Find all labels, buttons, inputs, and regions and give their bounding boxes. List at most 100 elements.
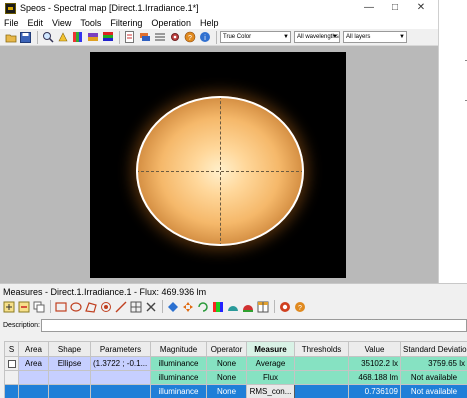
parameters-cell[interactable]	[90, 370, 151, 385]
column-header-value[interactable]: Value	[348, 341, 401, 357]
rotate-icon[interactable]	[196, 300, 209, 313]
settings-icon[interactable]	[168, 31, 181, 44]
shape-cell[interactable]	[48, 384, 91, 398]
hat-icon[interactable]	[241, 300, 254, 313]
area-cell[interactable]: Area	[18, 356, 49, 371]
palette-icon[interactable]	[71, 31, 84, 44]
ellipse-area-icon[interactable]	[69, 300, 82, 313]
column-header-parameters[interactable]: Parameters	[90, 341, 151, 357]
minimize-button[interactable]: —	[356, 0, 382, 16]
color-scale-icon[interactable]	[211, 300, 224, 313]
toolbar-separator	[37, 30, 38, 44]
description-input[interactable]	[41, 319, 467, 332]
copy-icon[interactable]	[32, 300, 45, 313]
column-header-std-dev[interactable]: Standard Deviation	[400, 341, 467, 357]
cross-icon[interactable]	[144, 300, 157, 313]
remove-measure-icon[interactable]	[17, 300, 30, 313]
row-select-cell[interactable]	[4, 384, 19, 398]
layers-select[interactable]: All layers ▼	[343, 31, 407, 43]
line-area-icon[interactable]	[114, 300, 127, 313]
measure-cell[interactable]: Flux	[246, 370, 295, 385]
measure-cell-editor[interactable]: RMS_con...	[246, 384, 295, 398]
column-header-shape[interactable]: Shape	[48, 341, 91, 357]
probe-icon[interactable]	[56, 31, 69, 44]
select-checkbox[interactable]	[7, 359, 16, 368]
measures-toolbar: ?	[2, 299, 308, 314]
std-dev-cell: Not available	[400, 384, 467, 398]
wavelength-select[interactable]: All wavelengths ▼	[294, 31, 340, 43]
area-cell[interactable]	[18, 370, 49, 385]
parameters-cell[interactable]	[90, 384, 151, 398]
value-cell: 35102.2 lx	[348, 356, 401, 371]
point-area-icon[interactable]	[99, 300, 112, 313]
map-view-area	[0, 46, 438, 283]
svg-text:?: ?	[298, 305, 302, 312]
operator-cell[interactable]: None	[206, 384, 247, 398]
chevron-down-icon: ▼	[399, 34, 405, 40]
open-icon[interactable]	[4, 31, 17, 44]
color-mode-select[interactable]: True Color ▼	[220, 31, 291, 43]
column-header-measure[interactable]: Measure	[246, 341, 295, 357]
rectangle-area-icon[interactable]	[54, 300, 67, 313]
column-header-thresholds[interactable]: Thresholds	[294, 341, 349, 357]
measure-area-ellipse[interactable]	[136, 96, 304, 246]
measures-help-icon[interactable]: ?	[293, 300, 306, 313]
row-select-cell[interactable]	[4, 370, 19, 385]
maximize-button[interactable]: □	[382, 0, 408, 16]
grid-area-icon[interactable]	[129, 300, 142, 313]
irradiance-map-canvas[interactable]	[90, 52, 346, 278]
std-dev-cell: 3759.65 lx	[400, 356, 467, 371]
table-header-row: S Area Shape Parameters Magnitude Operat…	[4, 341, 467, 357]
spectrum-icon[interactable]	[86, 31, 99, 44]
help-icon[interactable]: ?	[183, 31, 196, 44]
column-header-area[interactable]: Area	[18, 341, 49, 357]
menu-tools[interactable]: Tools	[80, 18, 101, 28]
table-icon[interactable]	[256, 300, 269, 313]
menu-file[interactable]: File	[4, 18, 19, 28]
parameters-cell[interactable]: (1.3722 ; -0.1...	[90, 356, 151, 371]
color-mode-value: True Color	[223, 34, 252, 40]
window-title: Speos - Spectral map [Direct.1.Irradianc…	[20, 3, 199, 13]
thresholds-cell[interactable]	[294, 370, 349, 385]
measure-cell[interactable]: Average	[246, 356, 295, 371]
table-row[interactable]: illuminance None Flux 468.188 lm Not ava…	[4, 370, 467, 385]
menu-operation[interactable]: Operation	[151, 18, 191, 28]
column-header-select[interactable]: S	[4, 341, 19, 357]
operator-cell[interactable]: None	[206, 370, 247, 385]
magnitude-cell[interactable]: illuminance	[150, 356, 207, 371]
zoom-icon[interactable]	[41, 31, 54, 44]
thresholds-cell[interactable]	[294, 356, 349, 371]
operator-cell[interactable]: None	[206, 356, 247, 371]
close-button[interactable]: ✕	[408, 0, 434, 16]
area-cell[interactable]	[18, 384, 49, 398]
title-bar: Speos - Spectral map [Direct.1.Irradianc…	[0, 0, 438, 16]
menu-edit[interactable]: Edit	[28, 18, 44, 28]
document-icon[interactable]	[123, 31, 136, 44]
toolbar-separator	[274, 300, 275, 313]
target-icon[interactable]	[278, 300, 291, 313]
diamond-icon[interactable]	[166, 300, 179, 313]
color-table-icon[interactable]	[101, 31, 114, 44]
save-icon[interactable]	[19, 31, 32, 44]
menu-view[interactable]: View	[52, 18, 71, 28]
row-select-cell[interactable]	[4, 356, 19, 371]
shape-cell[interactable]: Ellipse	[48, 356, 91, 371]
move-icon[interactable]	[181, 300, 194, 313]
magnitude-cell[interactable]: illuminance	[150, 384, 207, 398]
table-row[interactable]: Area Ellipse (1.3722 ; -0.1... illuminan…	[4, 356, 467, 371]
list-icon[interactable]	[153, 31, 166, 44]
menu-help[interactable]: Help	[200, 18, 219, 28]
menu-filtering[interactable]: Filtering	[110, 18, 142, 28]
table-row-selected[interactable]: illuminance None RMS_con... 0.736109 Not…	[4, 384, 467, 398]
info-icon[interactable]: i	[198, 31, 211, 44]
polygon-area-icon[interactable]	[84, 300, 97, 313]
measures-title: Measures - Direct.1.Irradiance.1 - Flux:…	[3, 287, 207, 297]
add-measure-icon[interactable]	[2, 300, 15, 313]
column-header-operator[interactable]: Operator	[206, 341, 247, 357]
column-header-magnitude[interactable]: Magnitude	[150, 341, 207, 357]
layers-icon[interactable]	[138, 31, 151, 44]
dome-icon[interactable]	[226, 300, 239, 313]
shape-cell[interactable]	[48, 370, 91, 385]
magnitude-cell[interactable]: illuminance	[150, 370, 207, 385]
thresholds-cell[interactable]	[294, 384, 349, 398]
